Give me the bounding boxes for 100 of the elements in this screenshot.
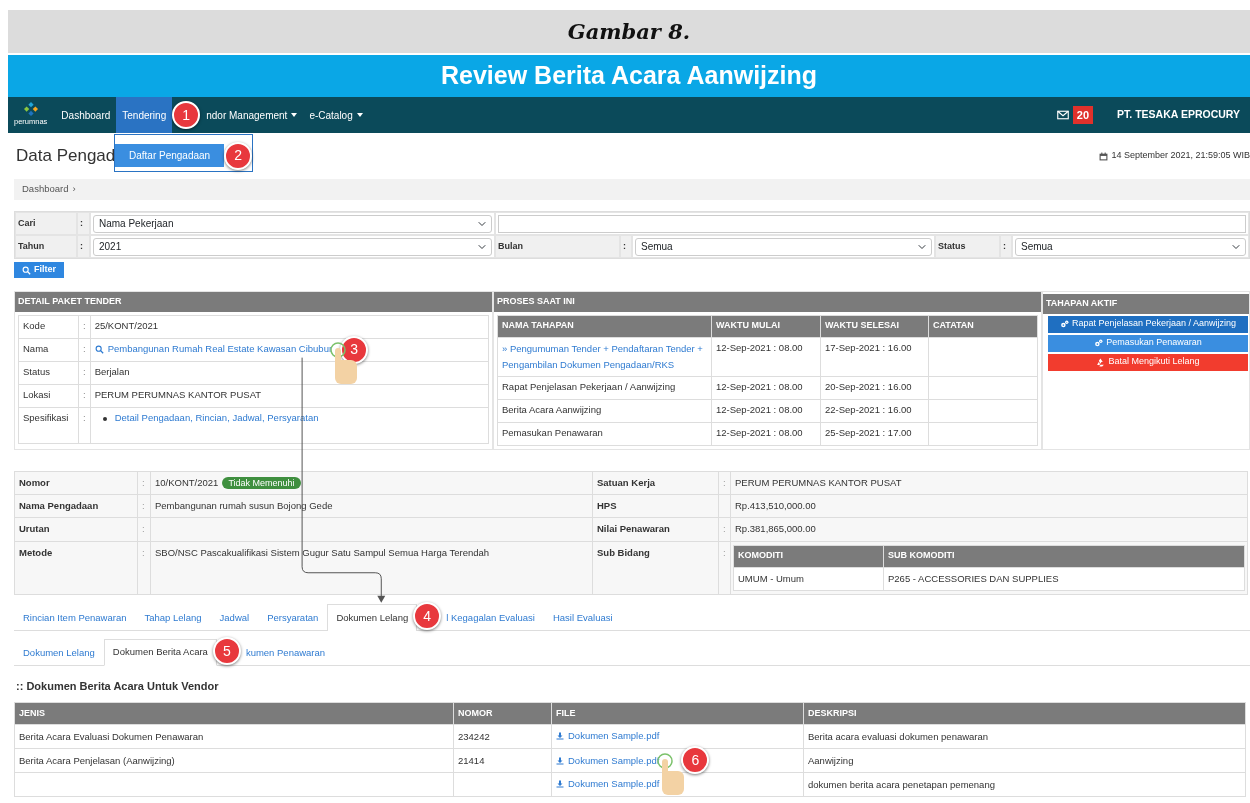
table-cell: Spesifikasi (18, 407, 79, 444)
nav-menu-item[interactable]: e-Catalog (303, 97, 369, 133)
table-cell: Berita acara evaluasi dokumen penawaran (803, 724, 1246, 749)
caret-icon (356, 113, 363, 117)
table-cell: Berita Acara Evaluasi Dokumen Penawaran (14, 724, 454, 749)
table-cell: 12-Sep-2021 : 08.00 (711, 337, 821, 376)
info-value: Rp.413,510,000.00 (730, 494, 1248, 518)
column-header: SUB KOMODITI (883, 545, 1245, 567)
breadcrumb-separator: › (72, 182, 76, 197)
info-value: SBO/NSC Pascakualifikasi Sistem Gugur Satu Sampul Semua Harga Terendah (150, 541, 593, 595)
table-cell: Kode (18, 315, 79, 338)
table-cell: 20-Sep-2021 : 16.00 (820, 376, 929, 399)
label-colon: : (80, 239, 83, 253)
file-download-link[interactable]: Dokumen Sample.pdf (556, 753, 660, 768)
nav-menu-item[interactable]: Tendering (116, 97, 173, 133)
label-colon: : (78, 407, 91, 444)
label-colon: : (78, 315, 91, 338)
table-cell: 12-Sep-2021 : 08.00 (711, 422, 821, 445)
table-cell: Aanwijzing (803, 748, 1246, 773)
gears-icon (1094, 338, 1104, 348)
select-field[interactable]: 2021 (93, 237, 492, 256)
download-icon (556, 732, 564, 741)
column-header: DESKRIPSI (803, 702, 1246, 725)
info-label: Satuan Kerja (592, 471, 719, 495)
table-cell: 21414 (453, 748, 552, 773)
gears-icon (1059, 319, 1069, 329)
page-title: Data Pengad (16, 145, 116, 168)
table-cell: 22-Sep-2021 : 16.00 (820, 399, 929, 422)
field-label: Status (938, 239, 966, 253)
step-marker: 4 (413, 602, 442, 631)
select-field[interactable]: Semua (1015, 237, 1246, 256)
tab[interactable]: Rincian Item Penawaran (14, 603, 136, 631)
table-cell: 234242 (453, 724, 552, 749)
select-field[interactable]: Nama Pekerjaan (93, 214, 492, 233)
breadcrumb-link[interactable]: Dashboard (22, 182, 69, 197)
search-icon (94, 345, 104, 354)
date-time: 14 September 2021, 21:59:05 WIB (1111, 149, 1250, 163)
column-header: WAKTU SELESAI (820, 315, 929, 337)
label-colon: : (1003, 239, 1006, 253)
info-label: Urutan (14, 517, 138, 541)
panel-title: DETAIL PAKET TENDER (18, 294, 122, 308)
table-cell: 12-Sep-2021 : 08.00 (711, 376, 821, 399)
info-label: Nilai Penawaran (592, 517, 719, 541)
table-cell: dokumen berita acara penetapan pemenang (803, 772, 1246, 797)
info-label: Nama Pengadaan (14, 494, 138, 518)
search-input-field[interactable] (498, 214, 1246, 233)
select-field[interactable]: Semua (635, 237, 932, 256)
specification-link[interactable]: Detail Pengadaan, Rincian, Jadwal, Persyaratan (114, 412, 319, 424)
bullet-icon (102, 416, 107, 421)
table-cell: Lokasi (18, 384, 79, 408)
status-badge: Tidak Memenuhi (222, 476, 301, 489)
field-label: Bulan (498, 239, 523, 253)
detail-link[interactable]: Pembangunan Rumah Real Estate Kawasan Cibubur (94, 342, 333, 357)
tab[interactable]: Dokumen Berita Acara (103, 638, 217, 666)
section-heading: :: Dokumen Berita Acara Untuk Vendor (16, 678, 220, 694)
label-colon: : (78, 338, 91, 362)
step-marker: 1 (172, 101, 201, 129)
dropdown-menu-item[interactable]: Daftar Pengadaan (115, 144, 225, 167)
info-label: Sub Bidang (592, 541, 719, 595)
caret-icon (291, 113, 298, 117)
tab[interactable]: Persyaratan (258, 603, 328, 631)
info-value: PERUM PERUMNAS KANTOR PUSAT (730, 471, 1248, 495)
column-header: WAKTU MULAI (711, 315, 821, 337)
column-header: KOMODITI (733, 545, 884, 567)
stage-action-button[interactable]: Rapat Penjelasan Pekerjaan / Aanwijzing (1048, 315, 1248, 333)
stage-action-button[interactable]: Pemasukan Penawaran (1048, 334, 1248, 352)
calendar-icon (1099, 151, 1109, 161)
info-value: Pembangunan rumah susun Bojong Gede (150, 494, 593, 518)
table-cell: Pemasukan Penawaran (497, 422, 712, 445)
tab[interactable]: Jadwal (210, 603, 259, 631)
company-name: PT. TESAKA EPROCURY (1117, 107, 1240, 123)
tab[interactable]: Dokumen Lelang (14, 638, 104, 666)
field-label: Tahun (18, 239, 45, 253)
tab[interactable]: Tahap Lelang (135, 603, 211, 631)
stage-action-button[interactable]: Batal Mengikuti Lelang (1048, 353, 1248, 371)
label-colon: : (623, 239, 626, 253)
search-icon (22, 265, 31, 275)
info-value: Rp.381,865,000.00 (730, 517, 1248, 541)
table-cell: 12-Sep-2021 : 08.00 (711, 399, 821, 422)
info-label: Metode (14, 541, 138, 595)
mail-icon (1056, 109, 1069, 121)
table-cell: P265 - ACCESSORIES DAN SUPPLIES (883, 567, 1245, 591)
panel-title: PROSES SAAT INI (497, 294, 575, 308)
column-header: NAMA TAHAPAN (497, 315, 712, 337)
download-icon (556, 756, 564, 765)
logo-icon (23, 102, 38, 117)
tab[interactable]: Dokumen Lelang (327, 603, 418, 631)
info-label: Nomor (14, 471, 138, 495)
filter-button[interactable]: Filter (14, 262, 64, 278)
nav-menu-item[interactable]: Dashboard (55, 97, 117, 133)
step-marker: 2 (224, 141, 253, 170)
tab[interactable]: Hasil Evaluasi (543, 603, 622, 631)
info-label: HPS (592, 494, 719, 518)
info-value: 10/KONT/2021 (155, 476, 219, 488)
field-label: Cari (18, 216, 36, 230)
table-cell: 17-Sep-2021 : 16.00 (820, 337, 929, 376)
nav-menu-item[interactable]: ndor Management (200, 97, 304, 133)
column-header: FILE (551, 702, 804, 725)
table-cell: 25-Sep-2021 : 17.00 (820, 422, 929, 445)
column-header: NOMOR (453, 702, 552, 725)
